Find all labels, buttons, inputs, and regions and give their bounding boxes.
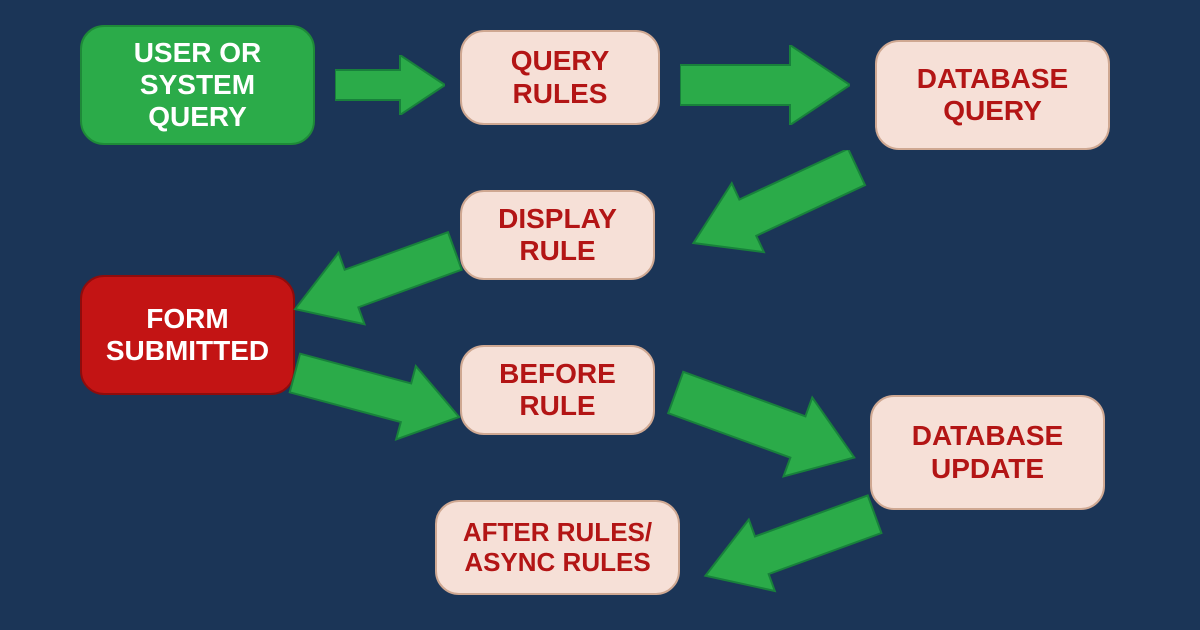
node-database-update: DATABASE UPDATE (870, 395, 1105, 510)
arrow-queryrules-to-dbquery (680, 45, 850, 125)
node-form-submitted: FORM SUBMITTED (80, 275, 295, 395)
node-label: DATABASE QUERY (889, 63, 1096, 127)
node-label: QUERY RULES (474, 45, 646, 109)
node-query-rules: QUERY RULES (460, 30, 660, 125)
node-user-query: USER OR SYSTEM QUERY (80, 25, 315, 145)
node-after-rules: AFTER RULES/ ASYNC RULES (435, 500, 680, 595)
node-label: BEFORE RULE (474, 358, 641, 422)
arrow-displayrule-to-formsubmitted (280, 225, 470, 335)
node-label: USER OR SYSTEM QUERY (94, 37, 301, 134)
node-database-query: DATABASE QUERY (875, 40, 1110, 150)
arrow-formsubmitted-to-beforerule (285, 345, 470, 445)
arrow-userquery-to-queryrules (335, 55, 445, 115)
node-display-rule: DISPLAY RULE (460, 190, 655, 280)
node-label: DATABASE UPDATE (884, 420, 1091, 484)
arrow-dbquery-to-displayrule (675, 150, 875, 260)
arrow-beforerule-to-dbupdate (660, 370, 870, 480)
node-label: FORM SUBMITTED (94, 303, 281, 367)
arrow-dbupdate-to-afterrules (690, 490, 890, 600)
node-before-rule: BEFORE RULE (460, 345, 655, 435)
node-label: AFTER RULES/ ASYNC RULES (449, 518, 666, 578)
node-label: DISPLAY RULE (474, 203, 641, 267)
